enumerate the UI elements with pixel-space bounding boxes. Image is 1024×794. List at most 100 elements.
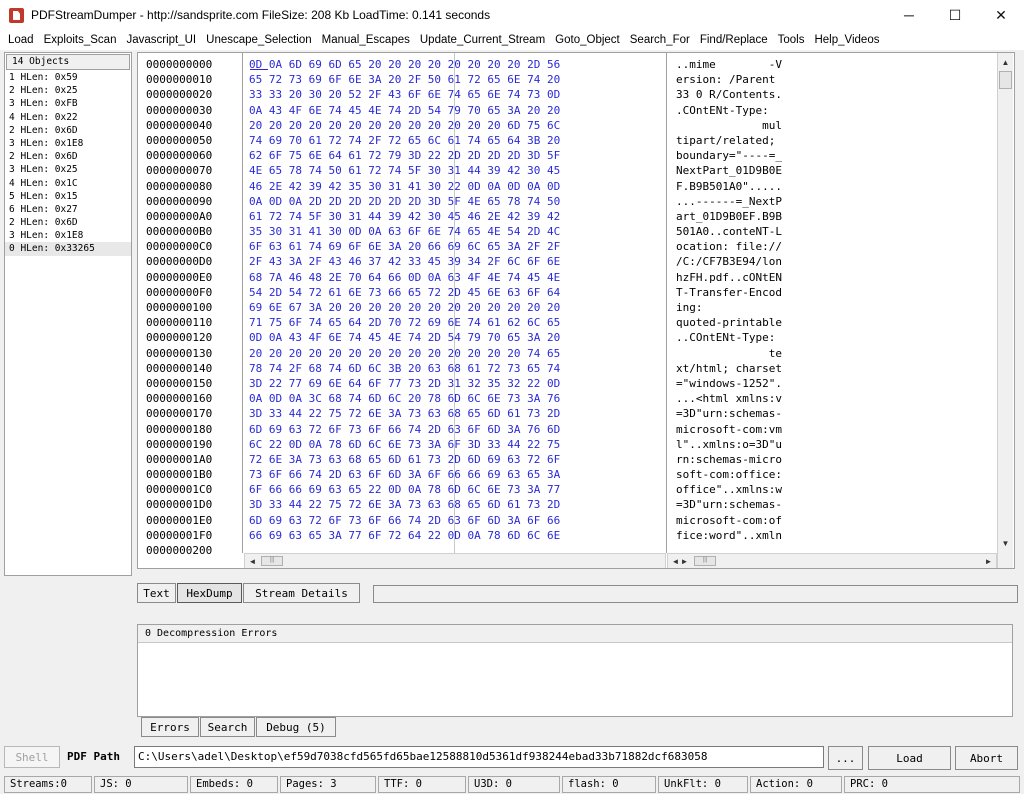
object-row-selected[interactable]: 0 HLen: 0x33265 bbox=[5, 242, 131, 256]
scroll-up-button[interactable]: ▲ bbox=[998, 55, 1013, 69]
ascii-row[interactable]: office"..xmlns:w bbox=[676, 482, 816, 497]
object-row[interactable]: 2 HLen: 0x6D bbox=[5, 150, 131, 163]
hex-bytes-row[interactable]: 3D 33 44 22 75 72 6E 3A 73 63 68 65 6D 6… bbox=[249, 497, 661, 512]
maximize-button[interactable]: ☐ bbox=[932, 0, 978, 30]
hex-bytes-row[interactable]: 78 74 2F 68 74 6D 6C 3B 20 63 68 61 72 7… bbox=[249, 361, 661, 376]
hex-bytes-row[interactable]: 73 6F 66 74 2D 63 6F 6D 3A 6F 66 66 69 6… bbox=[249, 467, 661, 482]
hex-bytes-row[interactable]: 3D 33 44 22 75 72 6E 3A 73 63 68 65 6D 6… bbox=[249, 406, 661, 421]
ascii-row[interactable]: mul bbox=[676, 118, 816, 133]
ascii-horizontal-scrollbar[interactable]: ◄ ► ||| ► bbox=[667, 553, 997, 568]
ascii-row[interactable]: ..mime -V bbox=[676, 57, 816, 72]
hex-bytes-row[interactable]: 6C 22 0D 0A 78 6D 6C 6E 73 3A 6F 3D 33 4… bbox=[249, 437, 661, 452]
menu-tools[interactable]: Tools bbox=[773, 34, 810, 46]
close-button[interactable]: ✕ bbox=[978, 0, 1024, 30]
hex-bytes-row[interactable]: 61 72 74 5F 30 31 44 39 42 30 45 46 2E 4… bbox=[249, 209, 661, 224]
hex-bytes-row[interactable]: 3D 22 77 69 6E 64 6F 77 73 2D 31 32 35 3… bbox=[249, 376, 661, 391]
hex-bytes-row[interactable]: 0D 0A 6D 69 6D 65 20 20 20 20 20 20 20 2… bbox=[249, 57, 661, 72]
scroll-left-button[interactable]: ◄ bbox=[245, 554, 260, 568]
object-row[interactable]: 6 HLen: 0x27 bbox=[5, 203, 131, 216]
ascii-row[interactable]: art_01D9B0EF.B9B bbox=[676, 209, 816, 224]
tab-errors[interactable]: Errors bbox=[141, 717, 199, 737]
pdf-path-input[interactable]: C:\Users\adel\Desktop\ef59d7038cfd565fd6… bbox=[134, 746, 824, 768]
ascii-row[interactable]: ersion: /Parent bbox=[676, 72, 816, 87]
menu-load[interactable]: Load bbox=[3, 34, 39, 46]
object-row[interactable]: 3 HLen: 0x1E8 bbox=[5, 137, 131, 150]
object-row[interactable]: 2 HLen: 0x25 bbox=[5, 84, 131, 97]
ascii-row[interactable]: soft-com:office: bbox=[676, 467, 816, 482]
hex-bytes-row[interactable]: 0A 43 4F 6E 74 45 4E 74 2D 54 79 70 65 3… bbox=[249, 103, 661, 118]
ascii-row[interactable]: ="windows-1252". bbox=[676, 376, 816, 391]
ascii-row[interactable]: NextPart_01D9B0E bbox=[676, 163, 816, 178]
hex-bytes-row[interactable]: 6D 69 63 72 6F 73 6F 66 74 2D 63 6F 6D 3… bbox=[249, 513, 661, 528]
vertical-scroll-thumb[interactable] bbox=[999, 71, 1012, 89]
menu-javascript-ui[interactable]: Javascript_UI bbox=[121, 34, 201, 46]
ascii-row[interactable]: xt/html; charset bbox=[676, 361, 816, 376]
object-row[interactable]: 3 HLen: 0xFB bbox=[5, 97, 131, 110]
hex-bytes-row[interactable]: 0A 0D 0A 2D 2D 2D 2D 2D 2D 3D 5F 4E 65 7… bbox=[249, 194, 661, 209]
tab-search[interactable]: Search bbox=[200, 717, 255, 737]
object-row[interactable]: 5 HLen: 0x15 bbox=[5, 190, 131, 203]
ascii-row[interactable]: 501A0..conteNT-L bbox=[676, 224, 816, 239]
tab-stream-details[interactable]: Stream Details bbox=[243, 583, 360, 603]
ascii-row[interactable]: quoted-printable bbox=[676, 315, 816, 330]
ascii-column[interactable]: ..mime -V ersion: /Parent 33 0 R/Contents… bbox=[676, 57, 816, 558]
ascii-row[interactable]: rn:schemas-micro bbox=[676, 452, 816, 467]
hex-bytes-row[interactable]: 6F 63 61 74 69 6F 6E 3A 20 66 69 6C 65 3… bbox=[249, 239, 661, 254]
ascii-row[interactable]: T-Transfer-Encod bbox=[676, 285, 816, 300]
hex-column[interactable]: 0D 0A 6D 69 6D 65 20 20 20 20 20 20 20 2… bbox=[249, 57, 661, 558]
browse-button[interactable]: ... bbox=[828, 746, 863, 770]
ascii-row[interactable]: fice:word"..xmln bbox=[676, 528, 816, 543]
ascii-row[interactable]: microsoft-com:of bbox=[676, 513, 816, 528]
ascii-row[interactable]: tipart/related; bbox=[676, 133, 816, 148]
ascii-row[interactable]: ..COntENt-Type: bbox=[676, 330, 816, 345]
load-button[interactable]: Load bbox=[868, 746, 951, 770]
hex-bytes-row[interactable]: 33 33 20 30 20 52 2F 43 6F 6E 74 65 6E 7… bbox=[249, 87, 661, 102]
object-row[interactable]: 3 HLen: 0x1E8 bbox=[5, 229, 131, 242]
hex-bytes-row[interactable]: 46 2E 42 39 42 35 30 31 41 30 22 0D 0A 0… bbox=[249, 179, 661, 194]
ascii-row[interactable]: =3D"urn:schemas- bbox=[676, 406, 816, 421]
hex-bytes-row[interactable]: 68 7A 46 48 2E 70 64 66 0D 0A 63 4F 4E 7… bbox=[249, 270, 661, 285]
hex-bytes-row[interactable]: 6F 66 66 69 63 65 22 0D 0A 78 6D 6C 6E 7… bbox=[249, 482, 661, 497]
ascii-row[interactable]: 33 0 R/Contents. bbox=[676, 87, 816, 102]
objects-count-header[interactable]: 14 Objects bbox=[6, 54, 130, 70]
ascii-row[interactable]: /C:/CF7B3E94/lon bbox=[676, 254, 816, 269]
hex-bytes-row[interactable]: 62 6F 75 6E 64 61 72 79 3D 22 2D 2D 2D 2… bbox=[249, 148, 661, 163]
hex-horizontal-scrollbar[interactable]: ◄ ||| bbox=[244, 553, 666, 568]
menu-update-current-stream[interactable]: Update_Current_Stream bbox=[415, 34, 550, 46]
hexdump-panel[interactable]: 0000000000 0000000010 0000000020 0000000030… bbox=[137, 52, 1015, 569]
hex-bytes-row[interactable]: 0A 0D 0A 3C 68 74 6D 6C 20 78 6D 6C 6E 7… bbox=[249, 391, 661, 406]
objects-list[interactable]: 14 Objects 1 HLen: 0x59 2 HLen: 0x25 3 H… bbox=[4, 52, 132, 576]
ascii-row[interactable]: boundary="----=_ bbox=[676, 148, 816, 163]
hex-bytes-row[interactable]: 2F 43 3A 2F 43 46 37 42 33 45 39 34 2F 6… bbox=[249, 254, 661, 269]
menu-manual-escapes[interactable]: Manual_Escapes bbox=[317, 34, 415, 46]
scroll-thumb[interactable]: ||| bbox=[261, 556, 283, 566]
menu-find-replace[interactable]: Find/Replace bbox=[695, 34, 773, 46]
hex-bytes-row[interactable]: 6D 69 63 72 6F 73 6F 66 74 2D 63 6F 6D 3… bbox=[249, 422, 661, 437]
object-row[interactable]: 2 HLen: 0x6D bbox=[5, 216, 131, 229]
ascii-row[interactable]: ...------=_NextP bbox=[676, 194, 816, 209]
tab-text[interactable]: Text bbox=[137, 583, 176, 603]
scroll-right-button[interactable]: ► bbox=[981, 554, 996, 568]
hex-bytes-row[interactable]: 35 30 31 41 30 0D 0A 63 6F 6E 74 65 4E 5… bbox=[249, 224, 661, 239]
hex-bytes-row[interactable]: 69 6E 67 3A 20 20 20 20 20 20 20 20 20 2… bbox=[249, 300, 661, 315]
vertical-scrollbar[interactable]: ▲ ▼ bbox=[997, 53, 1013, 568]
ascii-row[interactable]: F.B9B501A0"..... bbox=[676, 179, 816, 194]
hex-bytes-row[interactable]: 71 75 6F 74 65 64 2D 70 72 69 6E 74 61 6… bbox=[249, 315, 661, 330]
minimize-button[interactable]: ─ bbox=[886, 0, 932, 30]
ascii-row[interactable]: l"..xmlns:o=3D"u bbox=[676, 437, 816, 452]
menu-search-for[interactable]: Search_For bbox=[625, 34, 695, 46]
ascii-row[interactable]: microsoft-com:vm bbox=[676, 422, 816, 437]
ascii-row[interactable]: hzFH.pdf..cONtEN bbox=[676, 270, 816, 285]
menu-help-videos[interactable]: Help_Videos bbox=[809, 34, 884, 46]
tab-hexdump[interactable]: HexDump bbox=[177, 583, 242, 603]
hex-bytes-row[interactable]: 74 69 70 61 72 74 2F 72 65 6C 61 74 65 6… bbox=[249, 133, 661, 148]
ascii-row[interactable]: =3D"urn:schemas- bbox=[676, 497, 816, 512]
abort-button[interactable]: Abort bbox=[955, 746, 1018, 770]
menu-goto-object[interactable]: Goto_Object bbox=[550, 34, 625, 46]
scroll-down-button[interactable]: ▼ bbox=[998, 536, 1013, 550]
hex-bytes-row[interactable]: 20 20 20 20 20 20 20 20 20 20 20 20 20 6… bbox=[249, 118, 661, 133]
object-row[interactable]: 1 HLen: 0x59 bbox=[5, 71, 131, 84]
ascii-row[interactable]: ocation: file:// bbox=[676, 239, 816, 254]
ascii-row[interactable]: ing: bbox=[676, 300, 816, 315]
hex-bytes-row[interactable]: 0D 0A 43 4F 6E 74 45 4E 74 2D 54 79 70 6… bbox=[249, 330, 661, 345]
